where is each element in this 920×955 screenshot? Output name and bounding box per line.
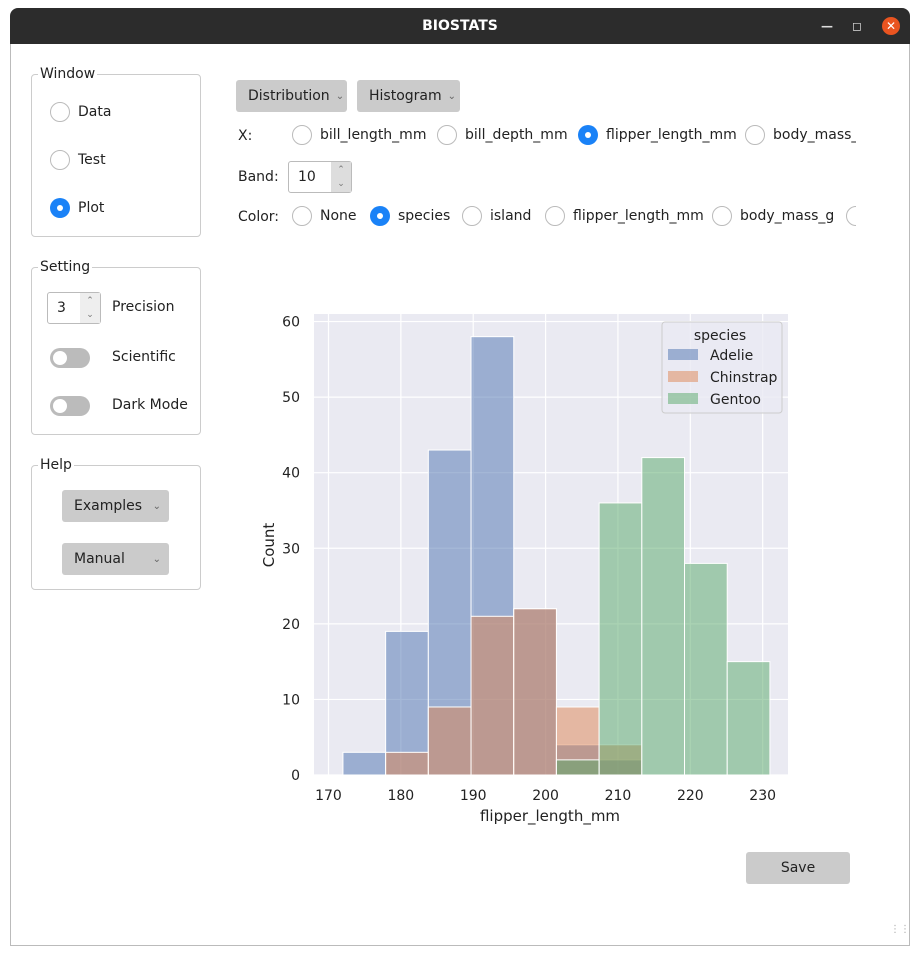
bar-gentoo	[726, 661, 771, 776]
resize-grip-icon[interactable]: ⋮⋮	[890, 924, 910, 935]
y-tick-label: 50	[282, 390, 300, 406]
save-button[interactable]: Save	[746, 852, 850, 884]
x-axis-label: flipper_length_mm	[480, 807, 620, 826]
x-tick-label: 180	[387, 788, 414, 804]
x-tick-label: 200	[532, 788, 559, 804]
legend-title: species	[694, 328, 746, 344]
y-tick-label: 20	[282, 617, 300, 633]
bar-chinstrap	[427, 706, 472, 776]
y-tick-label: 10	[282, 692, 300, 708]
x-tick-label: 170	[315, 788, 342, 804]
histogram-chart: 170 180 190 200 210 220 230 0 10 20 30 40 50 60 flipp…	[260, 314, 788, 826]
bar-adelie	[342, 751, 387, 776]
x-tick-label: 220	[677, 788, 704, 804]
y-tick-label: 60	[282, 315, 300, 331]
legend-swatch	[668, 371, 698, 382]
bar-chinstrap	[385, 751, 429, 776]
bar-chinstrap	[513, 608, 557, 776]
bar-gentoo	[555, 759, 600, 776]
legend-swatch	[668, 349, 698, 360]
save-label: Save	[780, 860, 816, 876]
legend-label: Gentoo	[710, 392, 761, 408]
y-tick-label: 40	[282, 466, 300, 482]
x-tick-label: 230	[749, 788, 776, 804]
x-tick-label: 210	[605, 788, 632, 804]
bar-gentoo	[598, 502, 643, 776]
legend: species Adelie Chinstrap Gentoo	[661, 321, 783, 414]
legend-label: Adelie	[710, 348, 753, 364]
bar-chinstrap	[470, 615, 515, 776]
y-tick-label: 30	[282, 541, 300, 557]
y-axis-label: Count	[260, 523, 278, 568]
bar-gentoo	[684, 562, 728, 776]
y-tick-label: 0	[291, 768, 300, 784]
legend-swatch	[668, 393, 698, 404]
x-tick-label: 190	[460, 788, 487, 804]
bar-gentoo	[641, 457, 686, 776]
legend-label: Chinstrap	[710, 370, 778, 386]
